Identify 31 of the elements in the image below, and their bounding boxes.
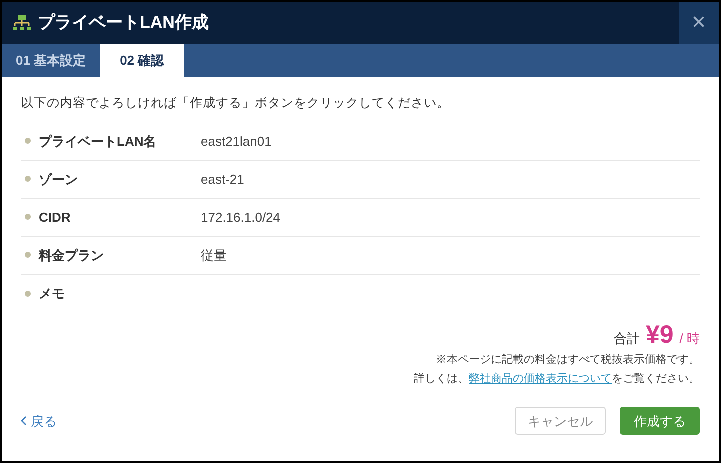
field-label: ゾーン	[39, 170, 79, 188]
field-value: 従量	[201, 246, 227, 264]
tab[interactable]: 02 確認	[100, 44, 184, 77]
field-value: 172.16.1.0/24	[201, 208, 281, 226]
create-button[interactable]: 作成する	[620, 407, 700, 436]
bullet-icon	[25, 290, 31, 297]
field-value: east21lan01	[201, 132, 272, 150]
bullet-icon	[25, 138, 31, 144]
bullet-icon	[25, 252, 31, 258]
close-button[interactable]: ×	[679, 2, 719, 44]
field-value: east-21	[201, 170, 244, 188]
tab[interactable]: 01 基本設定	[2, 44, 100, 77]
total-label: 合計	[614, 330, 640, 348]
note-text: をご覧ください。	[612, 372, 700, 387]
note-text: 詳しくは、	[414, 372, 469, 387]
field-label: プライベートLAN名	[39, 132, 158, 150]
bullet-icon	[25, 214, 31, 220]
total-price: ¥9	[646, 322, 674, 348]
tax-note: ※本ページに記載の料金はすべて税抜表示価格です。	[435, 353, 700, 368]
network-icon	[12, 14, 32, 32]
back-link[interactable]: 戻る	[21, 412, 515, 431]
chevron-left-icon	[21, 416, 27, 426]
field-label: メモ	[39, 285, 66, 303]
cancel-button[interactable]: キャンセル	[515, 407, 606, 436]
instruction-text: 以下の内容でよろしければ「作成する」ボタンをクリックしてください。	[21, 95, 451, 112]
field-label: 料金プラン	[39, 246, 105, 264]
price-display-link[interactable]: 弊社商品の価格表示について	[469, 370, 612, 388]
bullet-icon	[25, 176, 31, 182]
field-label: CIDR	[39, 208, 72, 226]
price-unit: / 時	[680, 330, 700, 348]
window-title: プライベートLAN作成	[38, 12, 210, 34]
